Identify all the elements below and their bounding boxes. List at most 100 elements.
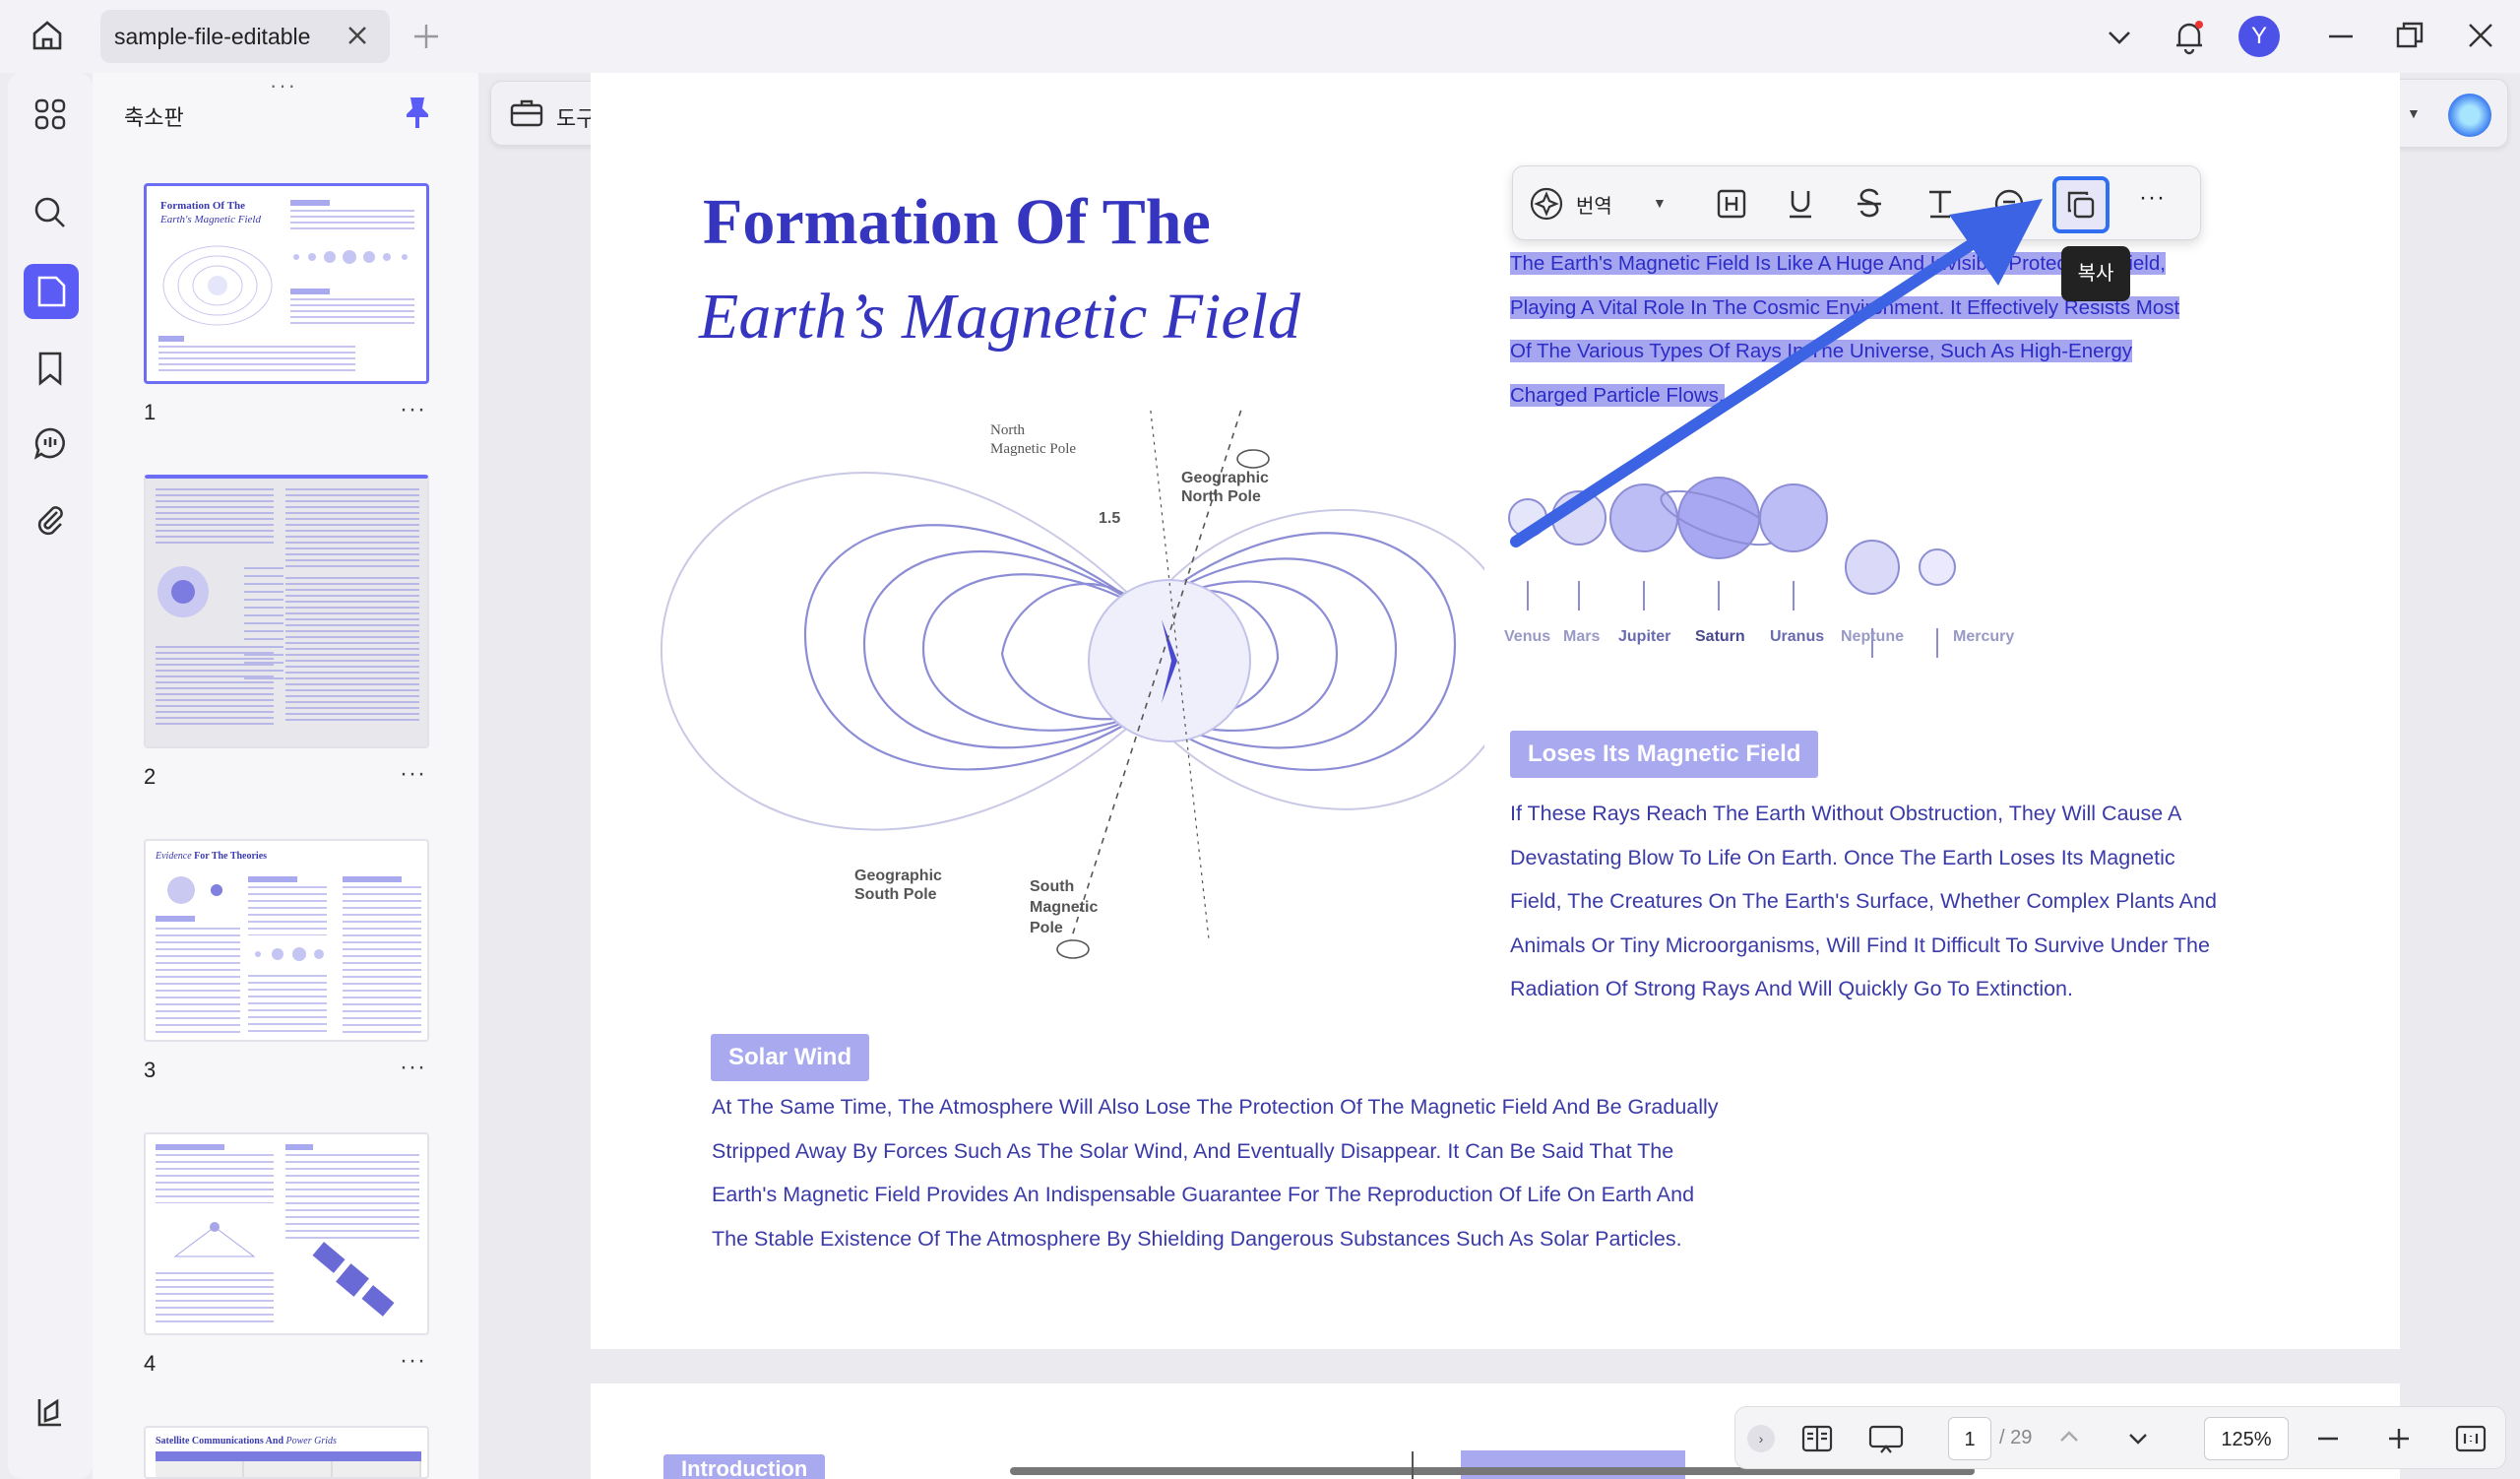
- thumb-text-lines: [290, 210, 414, 233]
- chevron-down-icon[interactable]: [2125, 1427, 2151, 1450]
- thumb-title: Satellite Communications And Power Grids: [156, 1436, 337, 1447]
- close-tab-icon[interactable]: [345, 23, 370, 48]
- notification-bell-icon[interactable]: [2172, 18, 2207, 55]
- section-heading-solar-wind: Solar Wind: [711, 1034, 870, 1081]
- thumb-more-button[interactable]: ···: [400, 1347, 426, 1375]
- thumb-diagram: [158, 566, 209, 617]
- search-icon[interactable]: [27, 189, 74, 236]
- thumbnail-page-4[interactable]: [144, 1132, 429, 1335]
- planet-label: Venus: [1504, 628, 1551, 645]
- chevron-up-icon[interactable]: [2056, 1425, 2082, 1448]
- thumb-subtitle: Earth's Magnetic Field: [160, 214, 261, 225]
- ai-assistant-icon[interactable]: [2448, 94, 2491, 137]
- label-geographic-south-pole: Geographic South Pole: [854, 868, 942, 903]
- thumb-more-button[interactable]: ···: [400, 1054, 426, 1081]
- thumb-bar: [156, 916, 195, 922]
- thumb-page-number: 3: [144, 1058, 157, 1082]
- apps-grid-icon[interactable]: [27, 91, 74, 138]
- chevron-down-icon[interactable]: ▼: [2407, 105, 2421, 121]
- thumb-planets: [293, 250, 408, 264]
- tab-title: sample-file-editable: [114, 24, 311, 49]
- thumb-text-lines: [156, 1154, 274, 1203]
- zoom-in-icon[interactable]: [2385, 1425, 2413, 1452]
- page-total: / 29: [1999, 1427, 2033, 1448]
- thumbnail-page-5[interactable]: Satellite Communications And Power Grids: [144, 1426, 429, 1479]
- minimize-icon[interactable]: [2325, 22, 2357, 51]
- text-cursor: [1412, 1451, 1414, 1479]
- bookmark-icon[interactable]: [27, 345, 74, 392]
- copy-tooltip: 복사: [2061, 246, 2130, 301]
- page-number-input[interactable]: 1: [1948, 1417, 1991, 1460]
- label-angle: 1.5: [1099, 510, 1121, 527]
- thumb-text-lines: [290, 298, 414, 328]
- thumbnail-page-3[interactable]: Evidence For The Theories: [144, 839, 429, 1042]
- label-geographic-north-pole: Geographic North Pole: [1181, 470, 1269, 505]
- section-paragraph: At The Same Time, The Atmosphere Will Al…: [712, 1095, 1719, 1251]
- planet-label: Neptune: [1841, 628, 1904, 645]
- pin-icon[interactable]: [404, 95, 431, 130]
- thumb-text-lines: [343, 886, 421, 1034]
- label-north-magnetic-pole: North Magnetic Pole: [990, 422, 1077, 457]
- thumb-text-lines: [285, 488, 419, 567]
- planet-label: Jupiter: [1618, 628, 1671, 645]
- more-options-button[interactable]: ···: [2139, 184, 2166, 212]
- thumbnail-page-1[interactable]: Formation Of The Earth's Magnetic Field: [144, 183, 429, 384]
- thumb-bar: [290, 289, 330, 294]
- home-icon[interactable]: [30, 18, 65, 53]
- planet-labels: Venus Mars Jupiter Saturn Uranus Neptune…: [1504, 628, 2014, 652]
- thumb-text-lines: [285, 577, 419, 725]
- thumb-text-lines: [156, 488, 274, 547]
- panel-title: 축소판: [124, 105, 184, 130]
- thumbnail-page-2[interactable]: [144, 475, 429, 748]
- title-bar: sample-file-editable Y: [0, 0, 2520, 73]
- close-window-icon[interactable]: [2465, 20, 2496, 51]
- thumb-bar: [290, 200, 330, 206]
- planet-label: Mercury: [1953, 628, 2015, 645]
- thumb-bar: [285, 1144, 313, 1150]
- thumb-more-button[interactable]: ···: [400, 396, 426, 423]
- section-paragraph: If These Rays Reach The Earth Without Ob…: [1510, 802, 2217, 1000]
- restore-icon[interactable]: [2394, 20, 2426, 51]
- thumb-page-number: 1: [144, 400, 157, 424]
- thumb-text-lines: [248, 886, 327, 935]
- toolbox-icon: [509, 96, 544, 131]
- thumb-bar: [158, 336, 184, 342]
- presentation-icon[interactable]: [1867, 1423, 1905, 1456]
- section-heading-introduction: Introduction: [663, 1454, 826, 1479]
- thumb-bar: [156, 1144, 224, 1150]
- document-tab[interactable]: sample-file-editable: [100, 10, 390, 63]
- thumb-more-button[interactable]: ···: [400, 760, 426, 788]
- thumb-diagram: [162, 245, 273, 326]
- copy-icon: [2067, 191, 2095, 219]
- thumb-table-body: [156, 1461, 421, 1477]
- page-navigation-bar: › 1 / 29 125%: [1734, 1406, 2506, 1469]
- thumb-planets: [255, 947, 324, 961]
- doc-title: Formation Of The: [703, 186, 1211, 258]
- thumbnails-icon[interactable]: [24, 264, 79, 319]
- thumb-title: Evidence For The Theories: [156, 851, 268, 862]
- thumb-diagram: [167, 876, 222, 904]
- doc-subtitle: Earth’s Magnetic Field: [699, 281, 1301, 353]
- drag-handle[interactable]: ···: [270, 73, 297, 98]
- page-layout-icon[interactable]: [1800, 1423, 1834, 1454]
- actual-size-icon[interactable]: [2454, 1423, 2488, 1454]
- expand-arrow-icon[interactable]: ›: [1747, 1425, 1775, 1452]
- thumbnail-panel: 축소판 ··· Formation Of The Earth's Magneti…: [93, 73, 478, 1479]
- planet-label: Saturn: [1695, 628, 1745, 645]
- sidebar-settings-icon[interactable]: [27, 1388, 74, 1436]
- thumb-text-lines: [158, 346, 355, 371]
- thumb-page-number: 2: [144, 764, 157, 789]
- new-tab-icon[interactable]: [411, 22, 441, 51]
- chevron-down-icon[interactable]: [2105, 24, 2134, 51]
- attachment-icon[interactable]: [27, 496, 74, 544]
- zoom-level-input[interactable]: 125%: [2204, 1417, 2289, 1460]
- zoom-out-icon[interactable]: [2314, 1425, 2342, 1452]
- comment-icon[interactable]: [27, 419, 74, 467]
- thumb-diagram: [173, 1222, 256, 1257]
- thumb-text-lines: [285, 1154, 419, 1239]
- thumb-text-lines: [156, 928, 240, 1034]
- annotation-arrow: [1510, 199, 2043, 547]
- label-south-magnetic-pole: South Magnetic Pole: [1030, 878, 1099, 936]
- section-heading-magnetic: Loses Its Magnetic Field: [1510, 731, 1819, 778]
- user-avatar[interactable]: Y: [2238, 16, 2280, 57]
